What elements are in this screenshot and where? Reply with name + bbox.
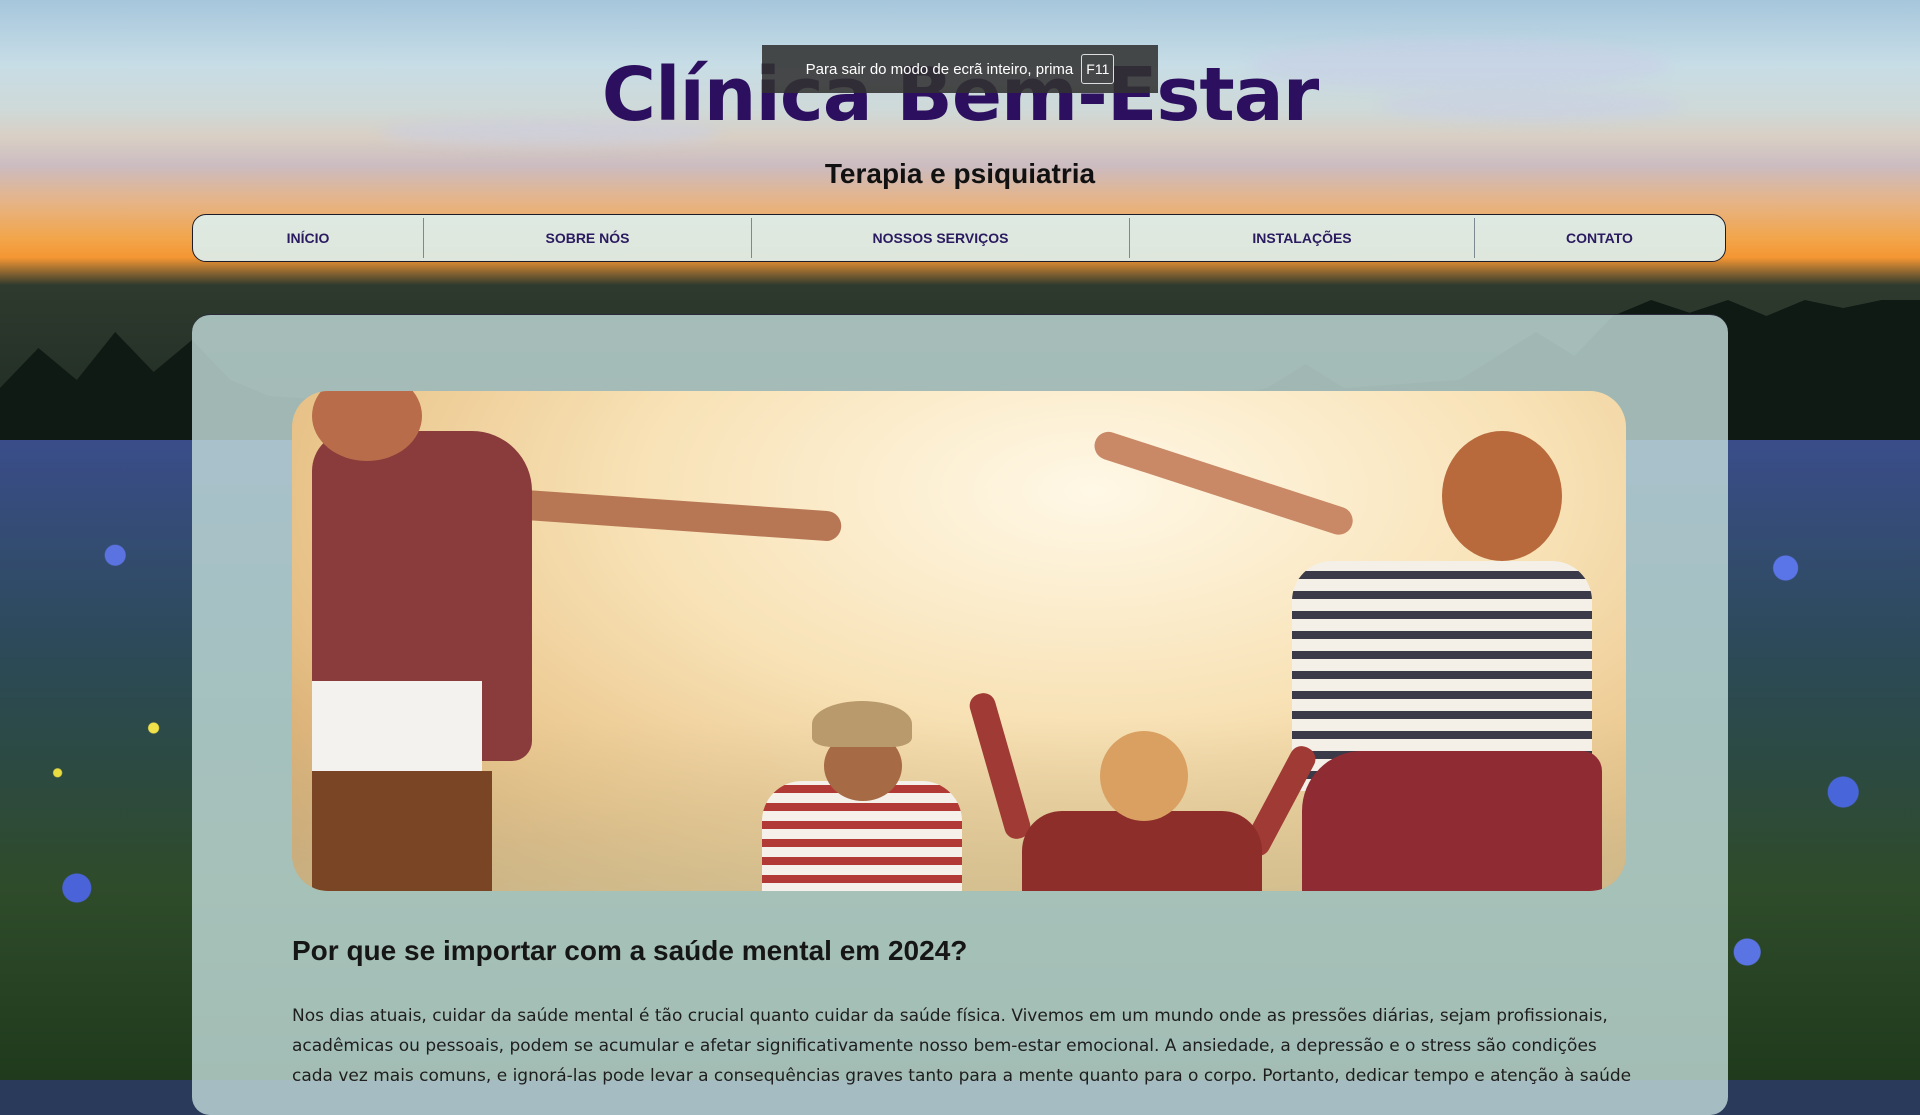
nav-item-inicio[interactable]: INÍCIO bbox=[193, 218, 424, 258]
girl-straw-hat-shape bbox=[812, 701, 912, 747]
man-undershirt-shape bbox=[312, 681, 482, 771]
main-navigation: INÍCIO SOBRE NÓS NOSSOS SERVIÇOS INSTALA… bbox=[192, 214, 1726, 262]
boy-shirt-shape bbox=[1022, 811, 1262, 891]
hero-family-image bbox=[292, 391, 1626, 891]
f11-key-badge: F11 bbox=[1081, 54, 1115, 84]
woman-arm-shape bbox=[1090, 428, 1357, 539]
section-body-text: Nos dias atuais, cuidar da saúde mental … bbox=[292, 1006, 1632, 1086]
fullscreen-notice-text: Para sair do modo de ecrã inteiro, prima bbox=[805, 60, 1074, 78]
site-subtitle: Terapia e psiquiatria bbox=[824, 158, 1096, 189]
nav-item-contato[interactable]: CONTATO bbox=[1475, 218, 1724, 258]
main-content-card: Por que se importar com a saúde mental e… bbox=[192, 314, 1728, 1115]
fullscreen-exit-notice: Para sair do modo de ecrã inteiro, prima… bbox=[762, 45, 1158, 93]
section-heading: Por que se importar com a saúde mental e… bbox=[292, 935, 968, 966]
boy-head-shape bbox=[1100, 731, 1188, 821]
woman-head-shape bbox=[1442, 431, 1562, 561]
man-trousers-shape bbox=[312, 771, 492, 891]
nav-item-nossos-servicos[interactable]: NOSSOS SERVIÇOS bbox=[752, 218, 1130, 258]
nav-item-instalacoes[interactable]: INSTALAÇÕES bbox=[1130, 218, 1475, 258]
man-arm-shape bbox=[510, 489, 843, 542]
nav-item-sobre-nos[interactable]: SOBRE NÓS bbox=[424, 218, 752, 258]
woman-plaid-skirt-shape bbox=[1302, 751, 1602, 891]
